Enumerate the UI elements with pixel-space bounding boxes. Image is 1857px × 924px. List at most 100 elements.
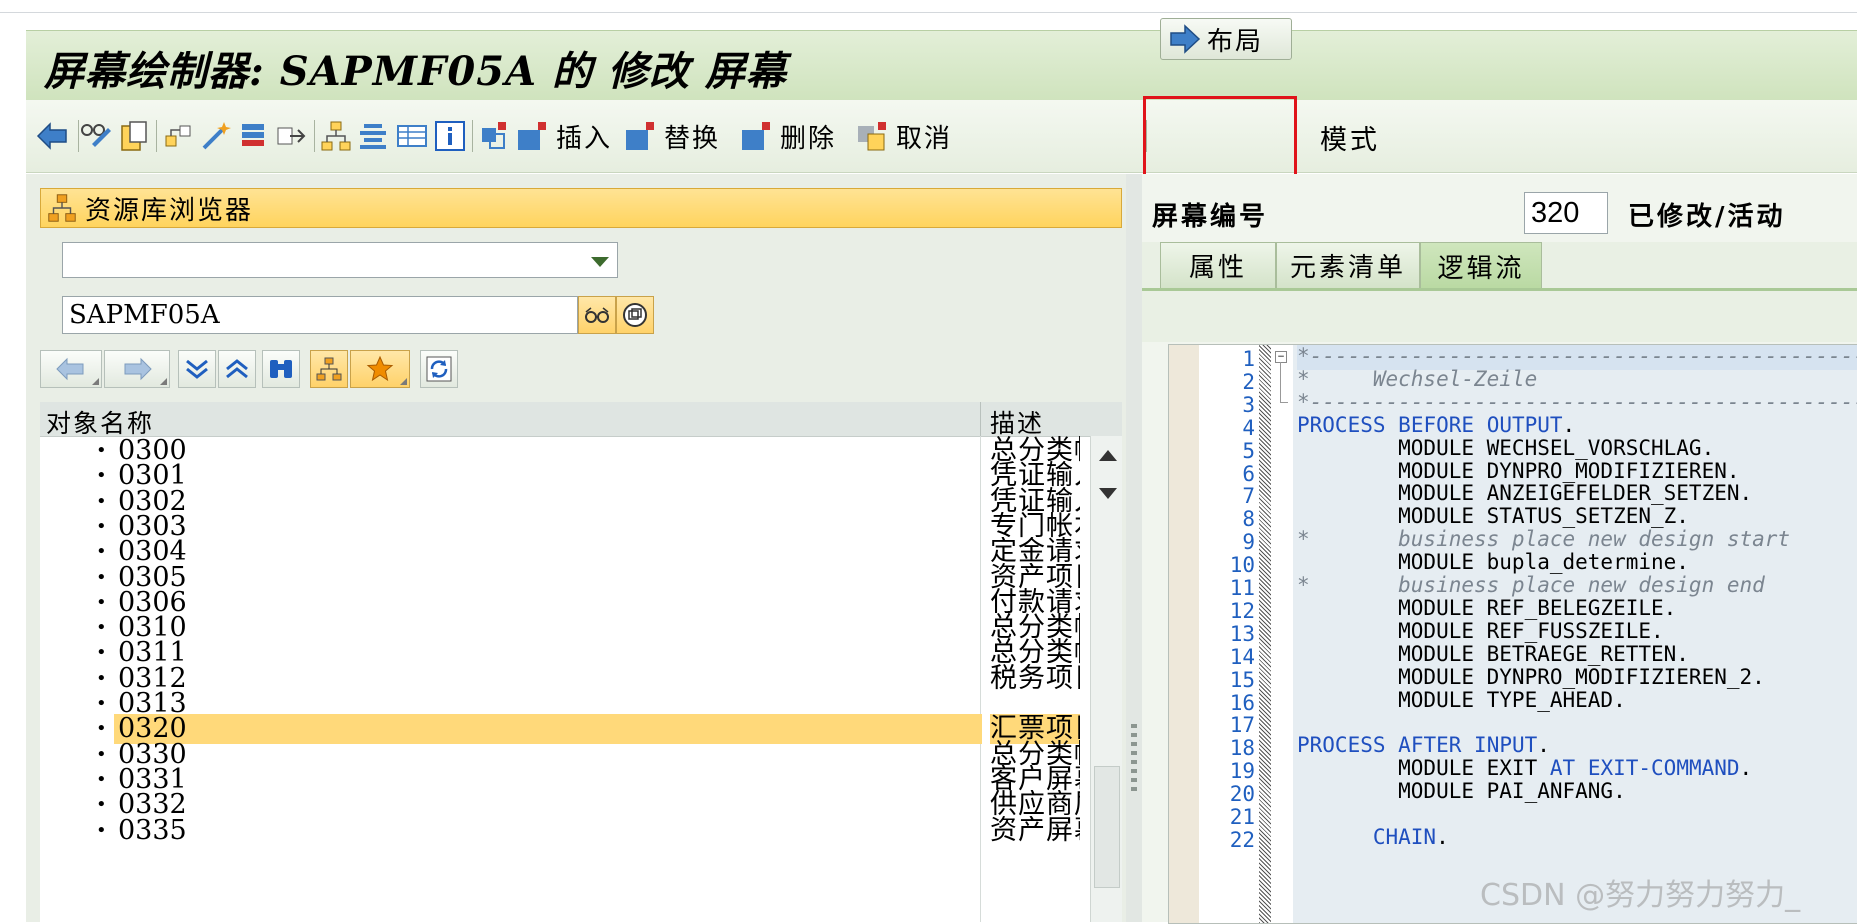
line-number-gutter: 1 2 3 4 5 6 7 8 9 10 11 12 13 14 15 16 17 18 19 20 21 22 [1199, 345, 1259, 923]
splitter-grip[interactable] [1131, 724, 1137, 794]
insert-block-icon [518, 122, 546, 150]
hierarchy-icon [165, 125, 191, 147]
refresh-button[interactable] [420, 350, 458, 388]
toolbar-separator [314, 120, 315, 152]
next-object-button[interactable] [104, 350, 170, 388]
line-number: 4 [1242, 415, 1255, 440]
navigate-button[interactable] [274, 116, 310, 156]
tree-row[interactable]: • 0335 资产屏幕 [40, 815, 1090, 846]
cancel-block-icon [858, 122, 886, 151]
table-icon [397, 125, 427, 147]
star-icon [366, 355, 394, 382]
print-button[interactable] [236, 116, 272, 156]
previous-object-button[interactable] [40, 350, 102, 388]
screen-number-label: 屏幕编号 [1152, 202, 1269, 232]
info-icon [435, 121, 465, 151]
hierarchy-icon [48, 194, 76, 222]
line-number: 12 [1229, 598, 1255, 623]
line-number: 17 [1229, 713, 1255, 738]
open-window-button[interactable] [616, 296, 654, 334]
scroll-down-icon[interactable] [1099, 488, 1117, 499]
line-number: 13 [1229, 621, 1255, 646]
flow-logic-code-editor[interactable]: 1 2 3 4 5 6 7 8 9 10 11 12 13 14 15 16 17 18 19 20 21 22 − *-… [1168, 344, 1857, 924]
stack-icon [242, 124, 264, 146]
screen-editor-panel: 屏幕编号 320 已修改/活动 属性 元素清单 逻辑流 1 2 3 4 5 6 7 8 9 10 1… [1142, 174, 1857, 924]
find-button[interactable] [262, 350, 300, 388]
layout-label: 布局 [1207, 26, 1264, 57]
tab-strip: 属性 元素清单 逻辑流 [1142, 242, 1857, 342]
cancel-button[interactable]: 取消 [854, 116, 952, 156]
double-chevron-up-icon [226, 359, 248, 379]
line-number: 9 [1242, 530, 1255, 555]
layout-button[interactable]: 布局 [1160, 18, 1292, 60]
info-button[interactable] [432, 116, 468, 156]
glasses-pencil-icon [81, 124, 111, 147]
collapse-button[interactable] [218, 350, 256, 388]
title-bar: 屏幕绘制器: SAPMF05A 的 修改 屏幕 [26, 30, 1857, 101]
toolbar-separator [472, 120, 473, 152]
display-object-button[interactable] [578, 296, 616, 334]
expand-button[interactable] [178, 350, 216, 388]
activate-button[interactable] [116, 116, 152, 156]
object-list-button[interactable] [318, 116, 354, 156]
tab-element-list[interactable]: 元素清单 [1276, 242, 1420, 288]
align-button[interactable] [356, 116, 392, 156]
panel-splitter[interactable] [1126, 174, 1142, 922]
line-number: 6 [1242, 461, 1255, 486]
back-button[interactable] [34, 116, 70, 156]
replace-button[interactable]: 替换 [622, 116, 720, 156]
fold-guide-end [1280, 402, 1288, 403]
object-type-dropdown[interactable] [62, 242, 618, 278]
tree-icon [321, 121, 351, 151]
favorites-button[interactable] [350, 350, 410, 388]
line-number: 7 [1242, 484, 1255, 509]
code-area[interactable]: *---------------------------------------… [1293, 345, 1857, 923]
where-used-button[interactable] [160, 116, 196, 156]
display-change-button[interactable] [78, 116, 114, 156]
collapse-block-icon[interactable]: − [1275, 351, 1287, 363]
scroll-up-icon[interactable] [1099, 450, 1117, 461]
object-tree-table: 对象名称 描述 •0300总分类帐•0301凭证输入•0302凭证输入•0303… [40, 402, 1122, 922]
tab-attributes[interactable]: 属性 [1160, 242, 1276, 288]
table-button[interactable] [394, 116, 430, 156]
dropdown-corner-icon [400, 378, 407, 385]
dropdown-corner-icon [92, 378, 99, 385]
refresh-icon [426, 356, 452, 382]
line-number: 10 [1229, 553, 1255, 578]
line-number: 22 [1229, 827, 1255, 852]
column-header-description[interactable]: 描述 [990, 404, 1044, 440]
tree-header: 对象名称 描述 [40, 402, 1122, 440]
object-name-input[interactable]: SAPMF05A [62, 296, 578, 334]
insert-button[interactable]: 插入 [514, 116, 612, 156]
double-chevron-down-icon [186, 359, 208, 379]
scrollbar-thumb[interactable] [1094, 766, 1120, 888]
hierarchy-up-button[interactable] [310, 350, 348, 388]
insert-label: 插入 [556, 123, 613, 154]
arrow-right-icon [1170, 24, 1201, 54]
screen-number-field[interactable]: 320 [1524, 192, 1608, 234]
delete-button[interactable]: 删除 [738, 116, 836, 156]
arrow-right-outline-icon [277, 127, 306, 145]
code-line[interactable]: CHAIN. [1297, 824, 1857, 851]
column-divider[interactable] [980, 402, 981, 436]
window-cycle-icon [623, 303, 647, 327]
repository-browser-header[interactable]: 资源库浏览器 [40, 188, 1122, 228]
change-marker-column [1259, 345, 1271, 923]
repository-browser-title: 资源库浏览器 [85, 195, 254, 226]
cut-button[interactable] [476, 116, 512, 156]
window-top-strip [0, 0, 1857, 13]
toolbar-separator [156, 120, 157, 152]
back-arrow-icon [36, 122, 67, 150]
magic-wand-button[interactable] [198, 116, 234, 156]
mode-button[interactable]: 模式 [1320, 118, 1380, 157]
delete-block-icon [742, 122, 770, 150]
line-number: 1 [1242, 347, 1255, 371]
bullet-icon: • [96, 819, 107, 841]
tab-flow-logic[interactable]: 逻辑流 [1420, 242, 1542, 290]
replace-block-icon [626, 122, 654, 150]
repository-browser-panel: 资源库浏览器 SAPMF05A 对象名称 描述 • 0300 总分类 • 030… [26, 174, 1126, 922]
highlight-annotation-box [1143, 96, 1297, 180]
tree-up-icon [316, 357, 342, 381]
vertical-scrollbar[interactable] [1090, 436, 1122, 922]
fold-guide [1280, 362, 1281, 402]
